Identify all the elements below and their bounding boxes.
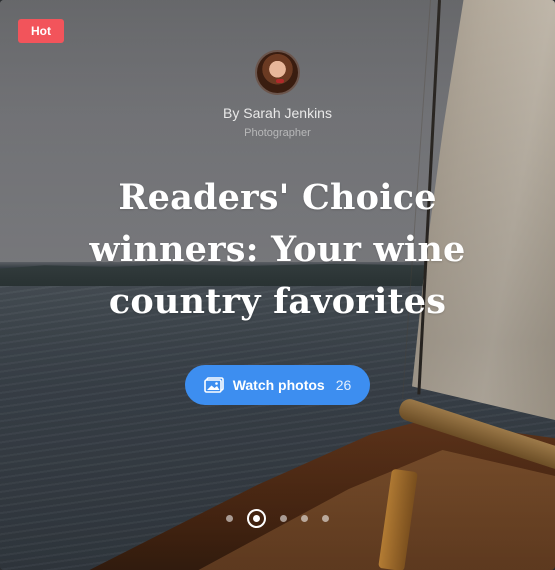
pagination-dot-4[interactable]	[301, 515, 308, 522]
hot-badge: Hot	[18, 19, 64, 43]
author-name[interactable]: By Sarah Jenkins	[0, 105, 555, 121]
author-avatar[interactable]	[255, 50, 300, 95]
image-icon	[203, 377, 224, 393]
headline[interactable]: Readers' Choice winners: Your wine count…	[60, 172, 495, 328]
pagination-dot-5[interactable]	[322, 515, 329, 522]
watch-photos-label: Watch photos	[232, 377, 325, 393]
author-block: By Sarah Jenkins Photographer	[0, 50, 555, 139]
pagination-dot-3[interactable]	[280, 515, 287, 522]
pagination-dot-2-active[interactable]	[247, 509, 266, 528]
photo-count: 26	[335, 377, 352, 393]
watch-photos-button[interactable]: Watch photos 26	[185, 365, 370, 405]
pagination-dot-1[interactable]	[226, 515, 233, 522]
pagination-dots	[0, 509, 555, 528]
hero-card[interactable]: Hot By Sarah Jenkins Photographer Reader…	[0, 0, 555, 570]
author-role: Photographer	[244, 127, 311, 139]
